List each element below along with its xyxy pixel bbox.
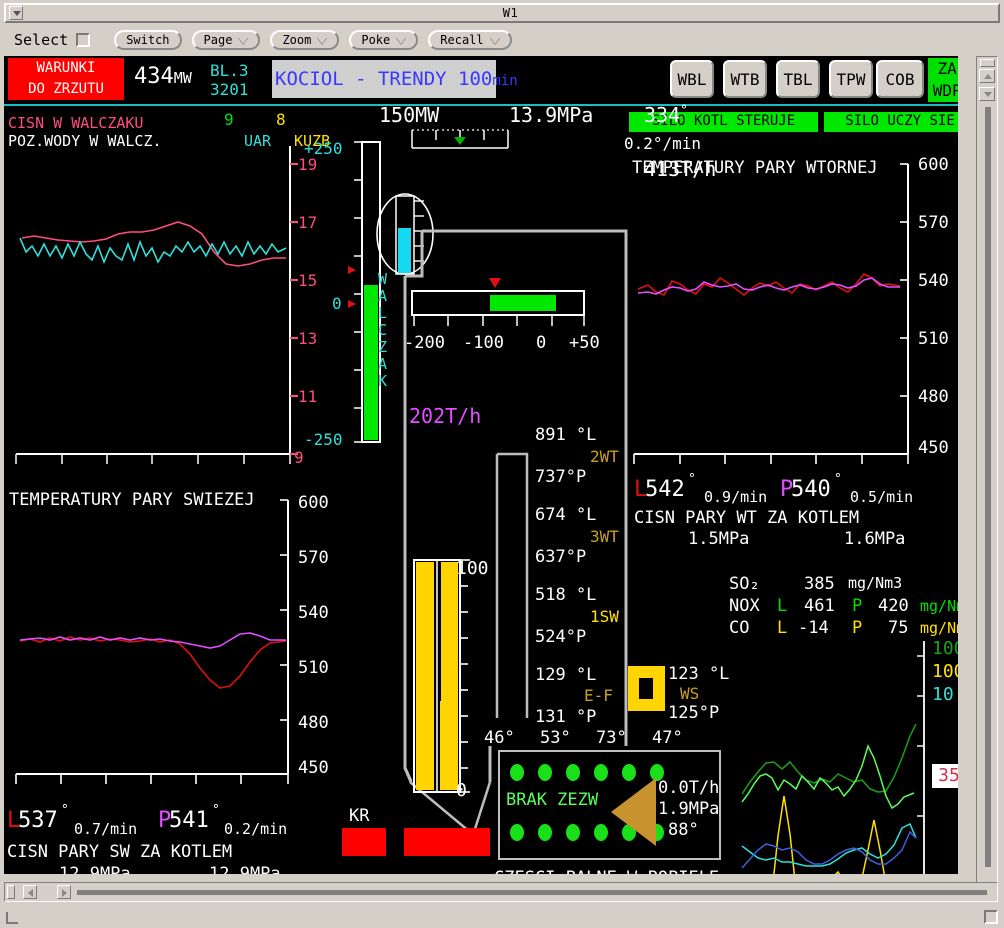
vertical-scrollbar[interactable]: [976, 56, 998, 898]
window-titlebar: W1: [4, 3, 1000, 23]
window-menu-icon[interactable]: [9, 6, 23, 20]
zoom-menu-label: Zoom: [282, 33, 312, 47]
chevron-down-icon: [396, 36, 407, 44]
flue-gas-temp-badge: 35: [932, 764, 958, 788]
toolbar: Select Switch Page Zoom Poke Recall: [4, 26, 1000, 54]
select-label: Select: [14, 31, 69, 49]
chevron-down-icon: [317, 36, 328, 44]
scroll-up-icon[interactable]: [979, 69, 995, 83]
resize-grip[interactable]: [984, 910, 998, 924]
chevron-down-icon: [489, 36, 500, 44]
scrollbar-left-cap[interactable]: [7, 885, 15, 899]
emissions-trend-chart: [741, 641, 925, 874]
emissions-scale-1: 1000: [932, 638, 958, 659]
scroll-left-icon[interactable]: [23, 885, 37, 899]
switch-button-label: Switch: [126, 33, 170, 47]
scrollbar-top-cap[interactable]: [980, 59, 995, 67]
switch-button[interactable]: Switch: [114, 30, 182, 50]
zoom-menu-button[interactable]: Zoom: [270, 30, 340, 50]
chevron-down-icon: [238, 36, 249, 44]
poke-menu-label: Poke: [361, 33, 391, 47]
recall-menu-label: Recall: [440, 33, 484, 47]
recall-menu-button[interactable]: Recall: [428, 30, 512, 50]
scroll-right-icon[interactable]: [57, 885, 71, 899]
page-menu-label: Page: [203, 33, 233, 47]
window-title: W1: [502, 6, 519, 20]
horizontal-scrollbar[interactable]: [4, 882, 998, 902]
application-window: W1 Select Switch Page Zoom Poke Recall W…: [0, 0, 1004, 928]
emissions-scale-2: 1000: [932, 661, 958, 682]
flue-gas-temp-value: 35: [938, 765, 958, 786]
page-menu-button[interactable]: Page: [191, 30, 261, 50]
scroll-down-icon[interactable]: [979, 87, 995, 101]
horizontal-scrollbar-thumb[interactable]: [77, 890, 987, 895]
vertical-scrollbar-thumb[interactable]: [985, 107, 991, 867]
select-checkbox[interactable]: [76, 33, 91, 47]
process-display: WARUNKI DO ZRZUTU 434MW BL.3 3201 KOCIOL…: [4, 56, 958, 874]
poke-menu-button[interactable]: Poke: [349, 30, 419, 50]
emissions-scale-3: 10: [932, 684, 954, 705]
bottom-left-grip: [6, 912, 18, 924]
